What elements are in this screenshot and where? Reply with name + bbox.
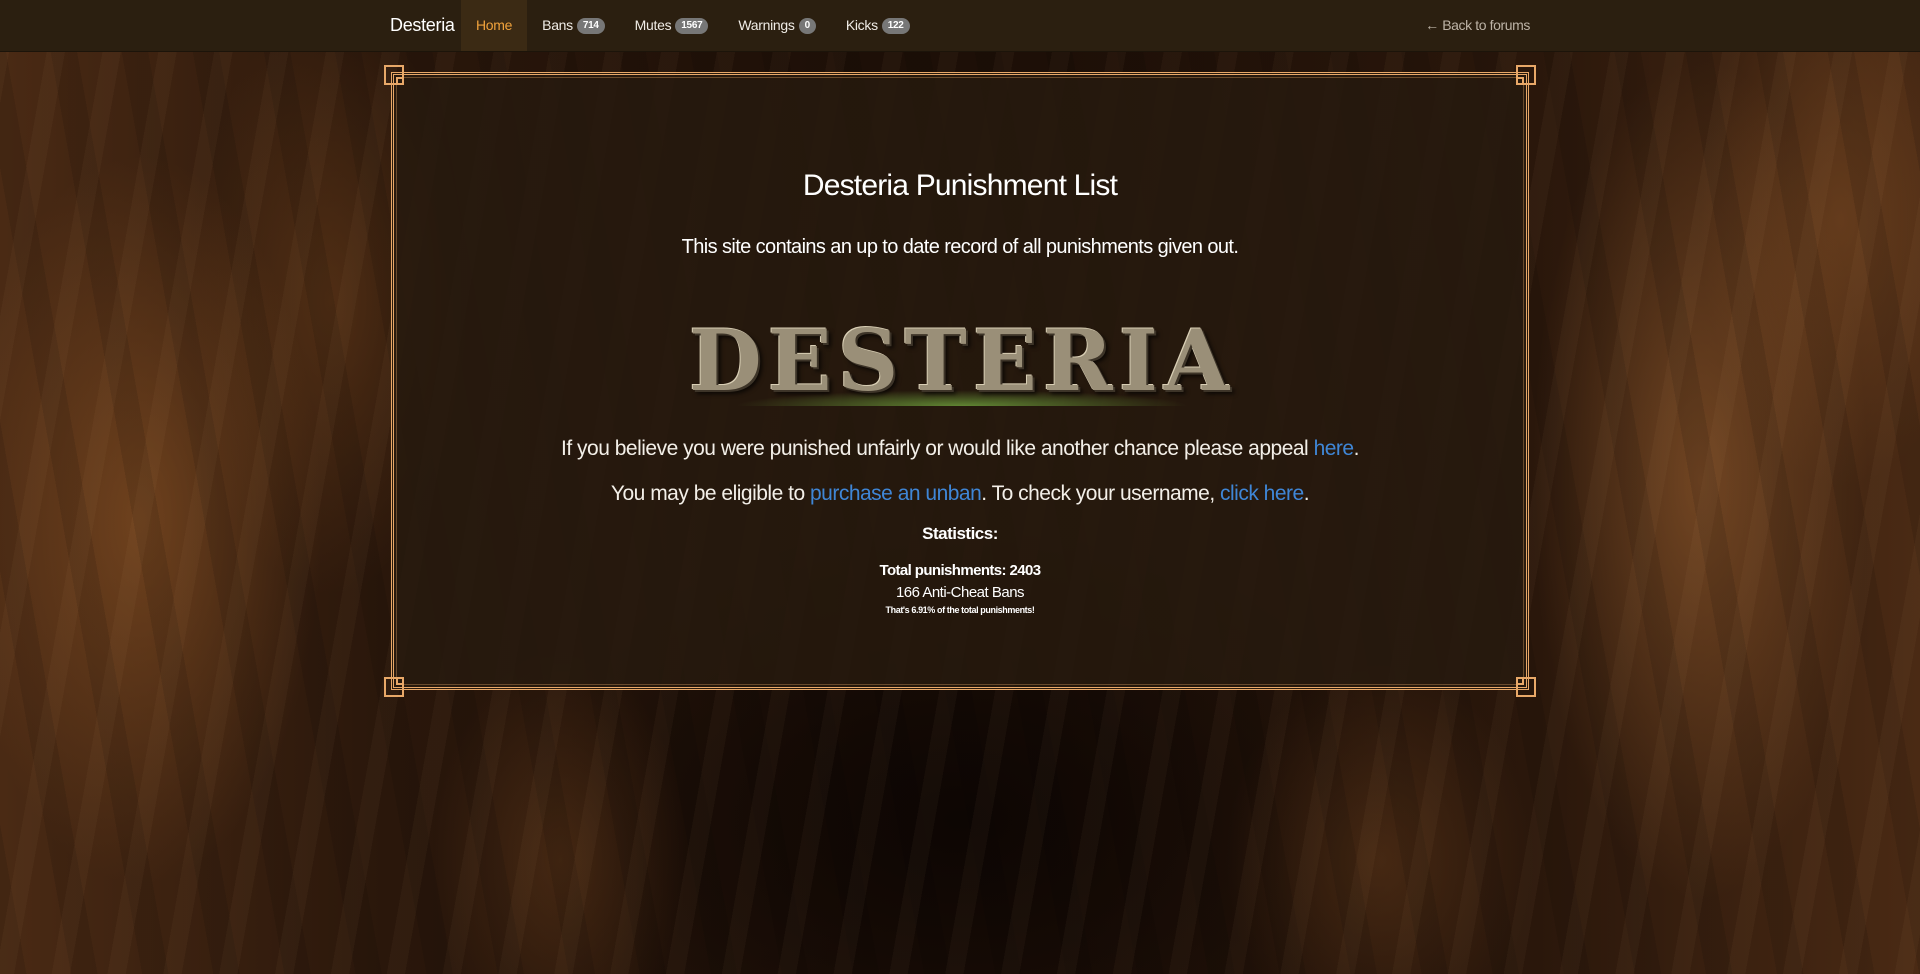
page-title: Desteria Punishment List <box>802 169 1118 202</box>
logo-text: DESTERIA <box>688 310 1236 410</box>
nav-item-home[interactable]: Home <box>461 0 528 51</box>
anticheat-percentage: That's 6.91% of the total punishments! <box>885 605 1035 615</box>
frame-corner-ornament <box>1516 677 1536 697</box>
frame-corner-ornament <box>1516 65 1536 85</box>
purchase-unban-link[interactable]: purchase an unban <box>810 482 982 505</box>
count-badge: 1567 <box>675 17 709 34</box>
unban-prefix: You may be eligible to <box>610 482 810 505</box>
appeal-link[interactable]: here <box>1314 437 1355 460</box>
nav-item-label: Warnings <box>738 17 795 33</box>
unban-suffix: . <box>1303 482 1310 505</box>
nav-item-label: Bans <box>542 17 573 33</box>
nav-item-warnings[interactable]: Warnings 0 <box>723 0 830 51</box>
nav-links: Home Bans 714 Mutes 1567 Warnings 0 Kick… <box>461 0 925 51</box>
appeal-prefix: If you believe you were punished unfairl… <box>561 437 1314 460</box>
unban-text: You may be eligible to purchase an unban… <box>394 482 1526 506</box>
nav-item-label: Kicks <box>845 17 878 33</box>
main-panel: Desteria Punishment List This site conta… <box>384 65 1536 697</box>
frame-corner-ornament <box>384 677 404 697</box>
unban-middle: . To check your username, <box>981 482 1221 505</box>
appeal-text: If you believe you were punished unfairl… <box>394 437 1526 461</box>
top-navbar: Desteria Home Bans 714 Mutes 1567 Warnin… <box>0 0 1920 52</box>
count-badge: 714 <box>576 17 605 34</box>
nav-item-label: Home <box>476 17 513 33</box>
statistics-heading: Statistics: <box>922 524 998 543</box>
desteria-logo: DESTERIA <box>688 310 1236 410</box>
frame-corner-ornament <box>384 65 404 85</box>
brand-logo[interactable]: Desteria <box>390 0 455 51</box>
total-punishments: Total punishments: 2403 <box>879 562 1042 579</box>
anticheat-bans: 166 Anti-Cheat Bans <box>895 584 1025 601</box>
nav-item-bans[interactable]: Bans 714 <box>527 0 620 51</box>
nav-item-mutes[interactable]: Mutes 1567 <box>620 0 724 51</box>
nav-item-label: Mutes <box>634 17 672 33</box>
nav-item-kicks[interactable]: Kicks 122 <box>831 0 925 51</box>
check-username-link[interactable]: click here <box>1220 482 1304 505</box>
page-subtitle: This site contains an up to date record … <box>681 236 1239 258</box>
navbar-container: Desteria Home Bans 714 Mutes 1567 Warnin… <box>375 0 1545 51</box>
count-badge: 0 <box>798 17 816 34</box>
count-badge: 122 <box>881 17 910 34</box>
appeal-suffix: . <box>1353 437 1360 460</box>
back-to-forums-link[interactable]: ← Back to forums <box>1425 0 1530 51</box>
